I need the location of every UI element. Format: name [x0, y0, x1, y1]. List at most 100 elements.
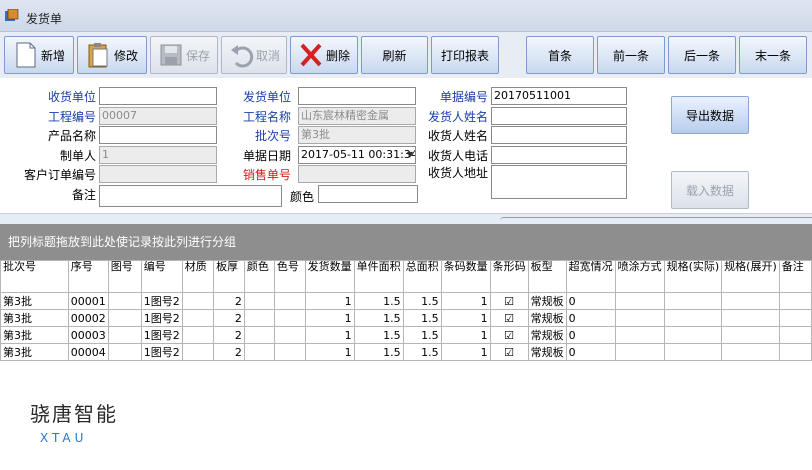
table-row[interactable]: 第3批 00004 1图号2 2 1 1.5 1.5 1 ☑ 常规板 0	[0, 343, 812, 361]
table-cell[interactable]: 1	[440, 309, 491, 327]
table-cell[interactable]: 2	[213, 343, 245, 361]
table-cell[interactable]	[243, 343, 275, 361]
receiver-phone-field[interactable]	[491, 146, 627, 164]
column-header[interactable]: 规格(实际)	[663, 260, 723, 293]
table-cell[interactable]	[663, 292, 723, 310]
last-record-button[interactable]: 末一条	[739, 36, 807, 74]
table-cell[interactable]: 1	[304, 326, 355, 344]
table-cell[interactable]	[273, 326, 306, 344]
product-name-field[interactable]	[99, 126, 217, 144]
column-header[interactable]: 超宽情况	[565, 260, 616, 293]
table-cell[interactable]	[181, 326, 215, 344]
receiver-unit-field[interactable]	[99, 87, 217, 105]
project-name-field[interactable]: 山东宸林精密金属	[298, 107, 416, 125]
table-cell[interactable]	[663, 326, 723, 344]
table-cell[interactable]: 1	[304, 343, 355, 361]
table-cell[interactable]	[614, 326, 665, 344]
table-cell[interactable]: 1图号2	[140, 326, 183, 344]
table-cell[interactable]: 0	[565, 343, 616, 361]
table-cell[interactable]	[721, 292, 780, 310]
ship-unit-field[interactable]	[298, 87, 416, 105]
table-cell[interactable]: 1图号2	[140, 309, 183, 327]
sales-no-field[interactable]	[298, 165, 416, 183]
table-cell[interactable]	[778, 343, 812, 361]
table-cell[interactable]: 1图号2	[140, 343, 183, 361]
save-button[interactable]: 保存	[150, 36, 218, 74]
table-cell[interactable]: 第3批	[0, 343, 69, 361]
color-field[interactable]	[318, 185, 418, 203]
table-cell[interactable]	[243, 292, 275, 310]
table-cell[interactable]	[107, 292, 142, 310]
table-cell[interactable]: ☑	[489, 343, 529, 361]
table-cell[interactable]: ☑	[489, 292, 529, 310]
table-cell[interactable]	[614, 343, 665, 361]
project-no-field[interactable]: 00007	[99, 107, 217, 125]
table-cell[interactable]: 1	[440, 292, 491, 310]
table-cell[interactable]: 1.5	[402, 343, 442, 361]
table-cell[interactable]: ☑	[489, 326, 529, 344]
column-header[interactable]: 板型	[527, 260, 567, 293]
table-cell[interactable]: 1图号2	[140, 292, 183, 310]
table-cell[interactable]: 0	[565, 326, 616, 344]
table-cell[interactable]: 0	[565, 309, 616, 327]
panel-splitter[interactable]	[0, 213, 812, 224]
column-header[interactable]: 条形码	[489, 260, 529, 293]
batch-no-field[interactable]: 第3批	[298, 126, 416, 144]
column-header[interactable]: 序号	[67, 260, 109, 293]
table-cell[interactable]: 第3批	[0, 309, 69, 327]
cancel-button[interactable]: 取消	[221, 36, 287, 74]
table-cell[interactable]: 1.5	[353, 292, 404, 310]
receiver-name-field[interactable]	[491, 126, 627, 144]
column-header[interactable]: 颜色	[243, 260, 275, 293]
table-row[interactable]: 第3批 00003 1图号2 2 1 1.5 1.5 1 ☑ 常规板 0	[0, 326, 812, 344]
table-cell[interactable]	[107, 326, 142, 344]
splitter-grip[interactable]	[500, 217, 812, 222]
receiver-addr-field[interactable]	[491, 165, 627, 199]
table-cell[interactable]: 常规板	[527, 309, 567, 327]
next-record-button[interactable]: 后一条	[668, 36, 736, 74]
refresh-button[interactable]: 刷新	[361, 36, 428, 74]
column-header[interactable]: 发货数量	[304, 260, 355, 293]
table-cell[interactable]	[614, 309, 665, 327]
column-header[interactable]: 图号	[107, 260, 142, 293]
table-cell[interactable]	[721, 309, 780, 327]
column-header[interactable]: 板厚	[213, 260, 245, 293]
table-cell[interactable]	[107, 309, 142, 327]
table-cell[interactable]	[721, 326, 780, 344]
table-cell[interactable]: 0	[565, 292, 616, 310]
remark-field[interactable]	[99, 185, 282, 207]
import-data-button[interactable]: 载入数据	[671, 171, 749, 209]
table-cell[interactable]: 1.5	[353, 326, 404, 344]
table-cell[interactable]: 2	[213, 292, 245, 310]
column-header[interactable]: 单件面积	[353, 260, 404, 293]
table-cell[interactable]: 2	[213, 309, 245, 327]
column-header[interactable]: 总面积	[402, 260, 442, 293]
table-cell[interactable]: 1.5	[402, 326, 442, 344]
column-header[interactable]: 编号	[140, 260, 183, 293]
table-cell[interactable]	[778, 326, 812, 344]
delete-button[interactable]: 删除	[290, 36, 358, 74]
table-cell[interactable]: 00004	[67, 343, 109, 361]
table-cell[interactable]: 1.5	[402, 292, 442, 310]
table-cell[interactable]	[778, 292, 812, 310]
table-cell[interactable]: ☑	[489, 309, 529, 327]
doc-no-field[interactable]: 20170511001	[491, 87, 627, 105]
maker-field[interactable]: 1	[99, 146, 217, 164]
table-cell[interactable]: 第3批	[0, 292, 69, 310]
table-cell[interactable]	[181, 292, 215, 310]
table-cell[interactable]	[778, 309, 812, 327]
table-row[interactable]: 第3批 00001 1图号2 2 1 1.5 1.5 1 ☑ 常规板 0	[0, 292, 812, 310]
table-cell[interactable]: 1.5	[353, 343, 404, 361]
column-header[interactable]: 备注	[778, 260, 812, 293]
table-cell[interactable]: 常规板	[527, 326, 567, 344]
table-cell[interactable]: 00001	[67, 292, 109, 310]
export-data-button[interactable]: 导出数据	[671, 96, 749, 134]
group-by-panel[interactable]: 把列标题拖放到此处使记录按此列进行分组	[0, 224, 812, 260]
table-cell[interactable]	[721, 343, 780, 361]
table-cell[interactable]: 第3批	[0, 326, 69, 344]
table-cell[interactable]: 常规板	[527, 343, 567, 361]
column-header[interactable]: 色号	[273, 260, 306, 293]
table-cell[interactable]	[273, 309, 306, 327]
table-cell[interactable]	[273, 292, 306, 310]
table-cell[interactable]	[614, 292, 665, 310]
